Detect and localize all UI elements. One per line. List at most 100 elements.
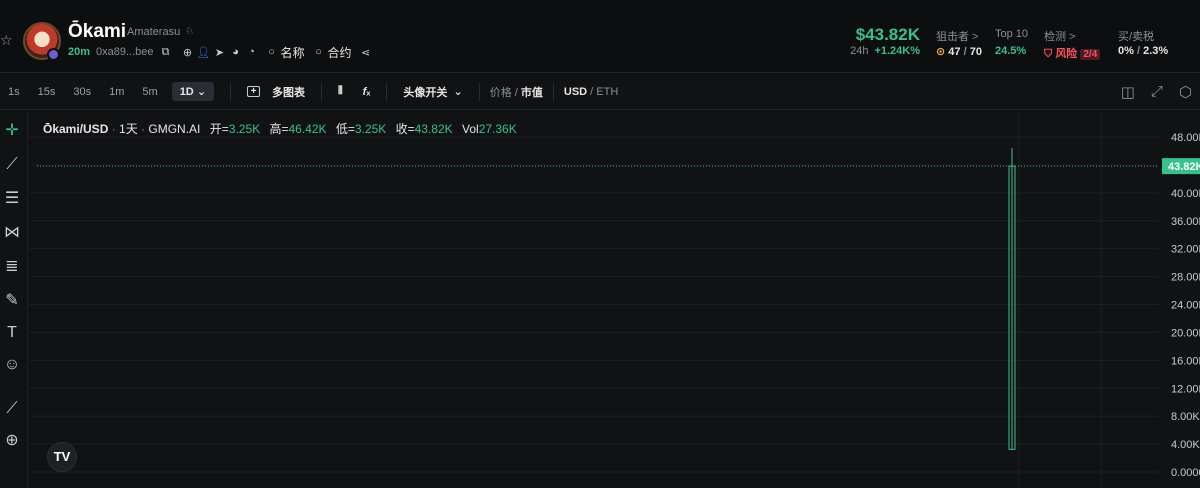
camera-icon[interactable]: ◫ bbox=[1121, 83, 1135, 101]
trading-page: ☆ Ōkami Amaterasu ♘ 20m 0xa89...bee ⧉ ⊕ … bbox=[0, 0, 1200, 488]
avatar-toggle-label: 头像开关 bbox=[403, 86, 448, 99]
pattern-icon[interactable]: ⋈ bbox=[0, 222, 24, 244]
legend-open-label: 开= bbox=[209, 122, 229, 136]
usd-label: USD bbox=[563, 85, 588, 98]
tax-stat: 买/卖税 0% / 2.3% bbox=[1118, 28, 1168, 57]
multi-chart-button[interactable]: + 多图表 bbox=[247, 84, 305, 100]
favorite-star-icon[interactable]: ☆ bbox=[0, 33, 14, 47]
price-mode-toggle[interactable]: 价格 / 市值 bbox=[490, 84, 543, 100]
y-tick-label: 16.00K bbox=[1171, 355, 1200, 367]
brush-icon[interactable]: ✎ bbox=[0, 290, 24, 312]
token-address: 0xa89...bee bbox=[96, 46, 154, 58]
y-tick-label: 8.00K bbox=[1171, 411, 1200, 423]
fullscreen-icon[interactable]: ⤢ bbox=[1151, 83, 1163, 101]
chain-badge-icon bbox=[47, 48, 60, 61]
timeframe-30s[interactable]: 30s bbox=[69, 83, 95, 101]
y-tick-label: 20.00K bbox=[1171, 327, 1200, 339]
timeframe-15s[interactable]: 15s bbox=[34, 83, 60, 101]
emoji-icon[interactable]: ☺ bbox=[0, 354, 24, 376]
crosshair-icon[interactable]: ✛ bbox=[0, 120, 24, 142]
legend-vol: 27.36K bbox=[478, 122, 517, 136]
multi-chart-label: 多图表 bbox=[272, 86, 306, 99]
drawing-toolbar: ✛ ⟋ ☰ ⋈ ≣ ✎ T ☺ ⟋ ⊕ bbox=[0, 112, 28, 488]
timeframe-1m[interactable]: 1m bbox=[105, 83, 128, 101]
price-mode-label: 价格 bbox=[489, 86, 512, 99]
eth-label: ETH bbox=[596, 85, 619, 98]
chevron-down-icon: ⌄ bbox=[196, 86, 207, 98]
token-meta-row: 20m 0xa89...bee ⧉ ⊕ 👤︎ ➤ ◕ ◔ ○ 名称 ○ 合约 ⋖ bbox=[68, 44, 374, 61]
check-stat[interactable]: 检测 > ⛉ 风险 2/4 bbox=[1044, 28, 1101, 61]
dex-link-icon[interactable]: ◔ bbox=[246, 46, 258, 58]
y-tick-label: 40.00K bbox=[1171, 188, 1200, 200]
risk-value: 2/4 bbox=[1080, 49, 1101, 60]
search-contract-link[interactable]: 合约 bbox=[328, 44, 352, 61]
risk-shield-icon: ⛉ bbox=[1044, 48, 1053, 60]
text-tool-icon[interactable]: T bbox=[0, 322, 24, 344]
creator-icon: ♘ bbox=[185, 26, 194, 37]
indicators-button[interactable]: fₓ bbox=[363, 86, 371, 98]
website-globe-icon[interactable]: ⊕ bbox=[182, 46, 194, 59]
legend-low-label: 低= bbox=[335, 122, 355, 136]
share-icon[interactable]: ⋖ bbox=[360, 46, 372, 59]
toolbar-divider bbox=[321, 82, 323, 101]
y-tick-label: 12.00K bbox=[1171, 383, 1200, 395]
search-contract-icon[interactable]: ○ bbox=[313, 46, 325, 58]
legend-interval: 1天 bbox=[119, 122, 138, 136]
y-tick-label: 4.00K bbox=[1171, 439, 1200, 451]
ruler-icon[interactable]: ⟋ bbox=[0, 398, 24, 420]
snipers-total: 70 bbox=[969, 46, 982, 58]
chart-legend: Ōkami/USD · 1天 · GMGN.AI 开=3.25K 高=46.42… bbox=[43, 122, 517, 136]
horizontal-lines-icon[interactable]: ☰ bbox=[0, 188, 24, 210]
y-tick-label: 24.00K bbox=[1171, 300, 1200, 312]
timeframe-1s[interactable]: 1s bbox=[4, 83, 24, 101]
toolbar-divider bbox=[478, 82, 480, 101]
currency-toggle[interactable]: USD / ETH bbox=[564, 86, 618, 98]
toolbar-right: ◫ ⤢ ⬡ bbox=[1121, 83, 1192, 101]
chart-link-icon[interactable]: ◕ bbox=[230, 46, 242, 58]
search-name-link[interactable]: 名称 bbox=[281, 44, 305, 61]
token-age: 20m bbox=[68, 46, 91, 58]
current-price: $43.82K bbox=[855, 25, 920, 44]
legend-close: 43.82K bbox=[414, 122, 453, 136]
legend-open: 3.25K bbox=[228, 122, 261, 136]
zoom-in-icon[interactable]: ⊕ bbox=[0, 430, 24, 452]
toolbar-divider bbox=[552, 82, 554, 101]
copy-icon[interactable]: ⧉ bbox=[160, 46, 172, 58]
timeframe-dropdown[interactable]: 1D ⌄ bbox=[171, 82, 215, 101]
settings-gear-icon[interactable]: ⬡ bbox=[1179, 83, 1192, 101]
telegram-icon[interactable]: ➤ bbox=[214, 46, 226, 59]
add-chart-icon: + bbox=[247, 86, 261, 97]
y-tick-label: 28.00K bbox=[1171, 272, 1200, 284]
legend-high: 46.42K bbox=[288, 122, 327, 136]
price-change: 24h +1.24K% bbox=[850, 45, 920, 57]
change-value: +1.24K% bbox=[874, 45, 920, 57]
avatar-toggle-button[interactable]: 头像开关 ⌄ bbox=[403, 84, 462, 100]
snipers-stat[interactable]: 狙击者 > ⊙ 47 / 70 bbox=[936, 28, 982, 58]
tax-label: 买/卖税 bbox=[1118, 31, 1155, 43]
creator-user-icon[interactable]: 👤︎ bbox=[197, 46, 211, 59]
tradingview-logo[interactable]: TV bbox=[47, 442, 77, 472]
search-name-icon[interactable]: ○ bbox=[266, 46, 278, 58]
token-name: Ōkami bbox=[68, 21, 127, 42]
risk-label: 风险 bbox=[1055, 48, 1078, 60]
chart-toolbar: 1s 15s 30s 1m 5m 1D ⌄ + 多图表 ⫴ fₓ 头像开关 ⌄ 价… bbox=[0, 74, 1200, 110]
price-chart[interactable]: 48.00K44.00K40.00K36.00K32.00K28.00K24.0… bbox=[29, 112, 1200, 488]
check-label: 检测 > bbox=[1044, 31, 1076, 43]
sell-tax: 2.3% bbox=[1143, 45, 1169, 57]
sniper-target-icon: ⊙ bbox=[936, 46, 946, 58]
legend-low: 3.25K bbox=[354, 122, 387, 136]
candle-type-button[interactable]: ⫴ bbox=[338, 85, 343, 98]
chart-canvas[interactable]: 48.00K44.00K40.00K36.00K32.00K28.00K24.0… bbox=[29, 112, 1200, 488]
function-icon: fₓ bbox=[362, 85, 371, 98]
fib-icon[interactable]: ≣ bbox=[0, 256, 24, 278]
y-tick-label: 0.0000 bbox=[1171, 467, 1200, 479]
trend-line-icon[interactable]: ⟋ bbox=[0, 154, 24, 176]
snipers-label: 狙击者 > bbox=[936, 31, 979, 43]
candlestick-icon: ⫴ bbox=[338, 85, 343, 97]
timeframe-5m[interactable]: 5m bbox=[138, 83, 161, 101]
toolbar-divider bbox=[230, 82, 232, 101]
toolbar-divider bbox=[386, 82, 388, 101]
legend-symbol: Ōkami/USD bbox=[43, 122, 109, 136]
legend-high-label: 高= bbox=[269, 122, 289, 136]
buy-tax: 0% bbox=[1118, 45, 1134, 57]
